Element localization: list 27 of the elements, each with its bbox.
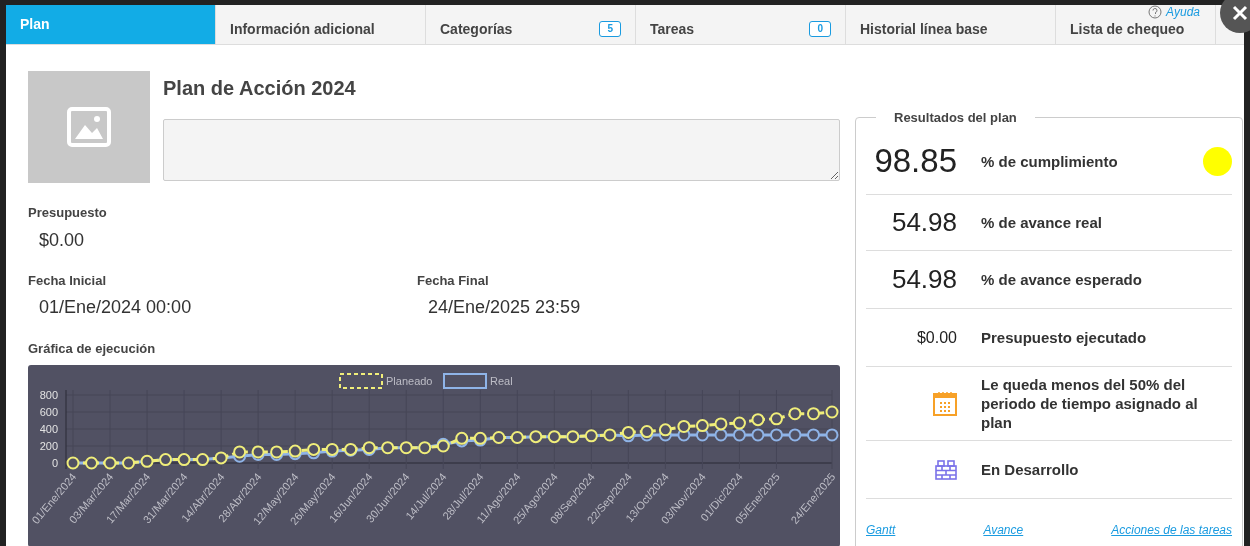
result-value: 54.98 [891, 263, 957, 296]
chart-title: Gráfica de ejecución [28, 340, 157, 358]
legend-label: Planeado [386, 374, 433, 387]
axis-label: 600 [39, 405, 58, 418]
result-value: 98.85 [874, 141, 957, 182]
legend-label: Real [490, 374, 513, 387]
result-value: 54.98 [891, 206, 957, 239]
field-label: Fecha Final [417, 271, 490, 290]
axis-label: 200 [39, 439, 58, 452]
budget-value: $0.00 [39, 228, 86, 252]
axis-label: 0 [51, 456, 58, 469]
count-badge: 0 [809, 20, 831, 37]
date-value: 24/Ene/2025 23:59 [428, 296, 581, 319]
axis-label: 800 [39, 388, 58, 401]
result-label: % de avance real [981, 213, 1103, 232]
result-value: $0.00 [916, 327, 957, 348]
result-label: % de avance esperado [981, 270, 1143, 289]
axis-label: 400 [39, 422, 58, 435]
result-label: % de cumplimiento [981, 151, 1119, 171]
count-badge: 5 [599, 20, 621, 37]
field-label: Presupuesto [28, 204, 108, 222]
result-label: Le queda menos del 50% del periodo de tiempo asignado al plan [981, 375, 1199, 432]
date-value: 01/Ene/2024 00:00 [39, 296, 193, 319]
field-label: Fecha Inicial [28, 271, 108, 290]
plan-title: Plan de Acción 2024 [163, 76, 357, 101]
result-label: En Desarrollo [981, 460, 1080, 479]
result-label: Presupuesto ejecutado [981, 328, 1148, 347]
